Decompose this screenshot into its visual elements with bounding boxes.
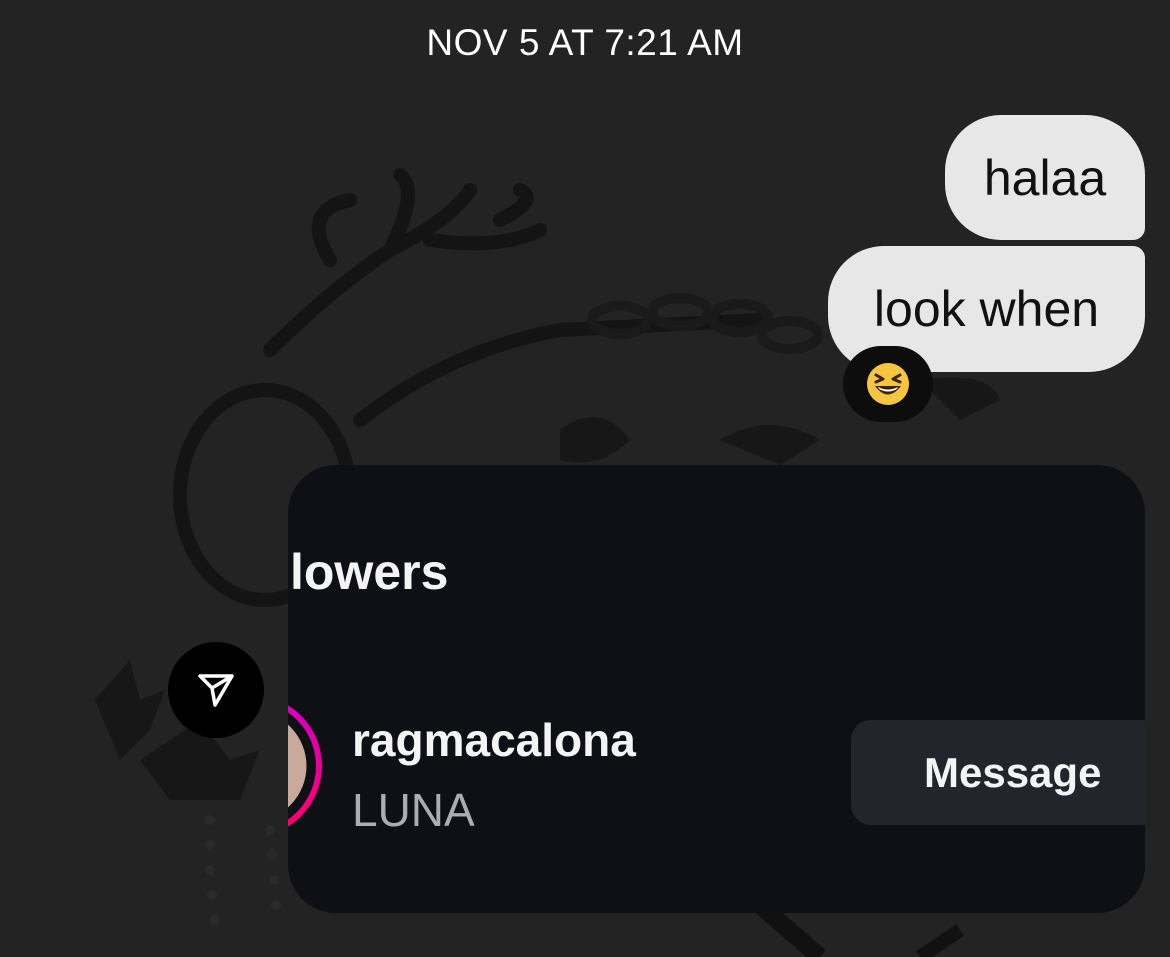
message-timestamp: NOV 5 AT 7:21 AM bbox=[426, 22, 744, 63]
message-bubble[interactable]: halaa bbox=[945, 115, 1145, 240]
grinning-squinting-face-icon bbox=[867, 363, 909, 405]
card-heading: lowers bbox=[290, 544, 449, 600]
message-text: halaa bbox=[983, 149, 1107, 206]
profile-fullname: LUNA bbox=[352, 784, 475, 836]
shared-profile-card[interactable]: lowers ragmacalona LUNA Message bbox=[288, 465, 1145, 913]
share-button[interactable] bbox=[168, 642, 264, 738]
avatar[interactable] bbox=[288, 691, 326, 841]
send-paper-plane-icon bbox=[198, 674, 234, 707]
message-button[interactable]: Message bbox=[851, 720, 1145, 825]
profile-username: ragmacalona bbox=[352, 714, 636, 766]
message-reaction[interactable] bbox=[843, 346, 933, 422]
message-text: look when bbox=[873, 281, 1100, 337]
